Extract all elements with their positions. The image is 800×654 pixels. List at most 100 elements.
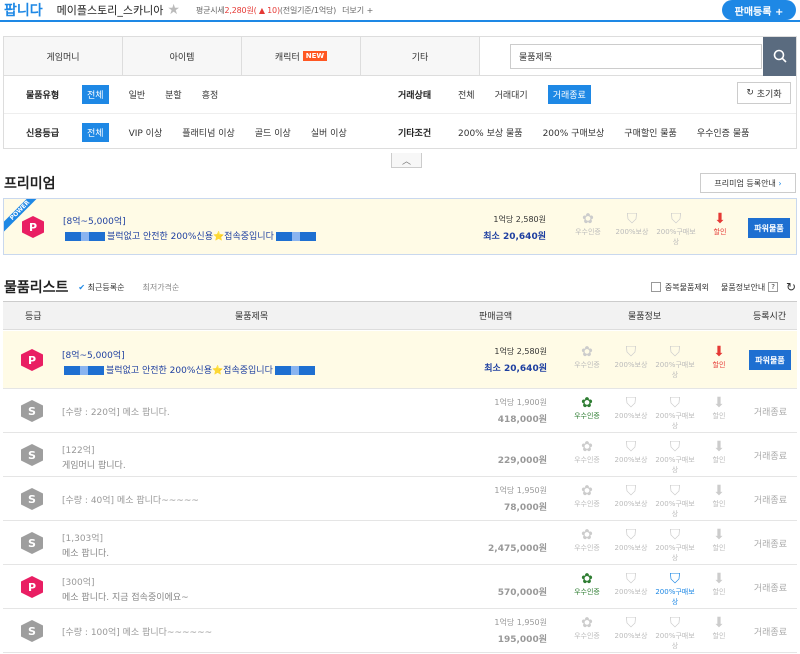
- etc-option-certified[interactable]: 우수인증 물품: [697, 126, 750, 139]
- item-info-icons: ✿ 우수인증 ⛉ 200%보상 ⛉ 200%구매보상 ⬇ 할인: [565, 395, 741, 431]
- item-info-icons: ✿ 우수인증 ⛉ 200%보상 ⛉ 200%구매보상 ⬇ 할인: [566, 211, 742, 247]
- item-info-icons: ✿ 우수인증 ⛉ 200%보상 ⛉ 200%구매보상 ⬇ 할인: [565, 439, 741, 475]
- premium-item[interactable]: POWER P [8억~5,000억] 블럭없고 안전한 200%신용⭐접속중입…: [3, 198, 797, 255]
- item-price: 570,000원: [497, 588, 547, 598]
- shield-s-icon: ⛉: [669, 527, 681, 543]
- info-guide-link[interactable]: 물품정보안내: [721, 282, 765, 293]
- etc-option-200-purchase[interactable]: 200% 구매보상: [543, 126, 605, 139]
- premium-register-button[interactable]: 프리미엄 등록안내 ›: [700, 173, 796, 193]
- item-info-icons: ✿ 우수인증 ⛉ 200%보상 ⛉ 200%구매보상 ⬇ 할인: [565, 344, 741, 380]
- certified-icon: ✿: [581, 571, 593, 587]
- status-option-all[interactable]: 전체: [458, 88, 475, 101]
- discount-icon: ⬇: [713, 571, 725, 587]
- item-price: 1억당 1,900원 418,000원: [494, 398, 547, 425]
- type-option-bargain[interactable]: 흥정: [202, 88, 219, 101]
- type-filter-label: 물품유형: [26, 91, 60, 101]
- table-row[interactable]: S [수량 : 40억] 메소 팝니다~~~~~ 1억당 1,950원 78,00…: [3, 477, 797, 521]
- item-price: 1억당 1,950원 195,000원: [494, 618, 547, 645]
- exclude-dup-label: 중복물품제외: [664, 282, 710, 292]
- premium-title: 프리미엄: [4, 176, 56, 192]
- sell-register-button[interactable]: 판매등록 +: [722, 0, 796, 20]
- status-option-waiting[interactable]: 거래대기: [495, 88, 528, 101]
- type-option-normal[interactable]: 일반: [129, 88, 146, 101]
- item-title[interactable]: [122억] 게임머니 팝니다.: [62, 443, 126, 471]
- tab-etc[interactable]: 기타: [361, 37, 480, 75]
- table-row[interactable]: P [8억~5,000억] 블럭없고 안전한 200%신용⭐접속중입니다 1억당 …: [3, 331, 797, 389]
- trade-status: 거래종료: [753, 408, 787, 418]
- certified-icon: ✿: [581, 395, 593, 411]
- credit-option-platinum[interactable]: 플래티넘 이상: [182, 126, 235, 139]
- item-title[interactable]: [300억] 메소 팝니다. 지금 접속중이에요~: [62, 575, 189, 603]
- power-item-button[interactable]: 파워물품: [749, 350, 791, 370]
- certified-icon: ✿: [581, 483, 593, 499]
- new-badge: NEW: [302, 51, 328, 61]
- page-logo: 팝니다: [4, 3, 43, 19]
- grade-icon: S: [21, 444, 43, 466]
- discount-icon: ⬇: [713, 395, 725, 411]
- item-price: 1억당 1,950원 78,000원: [494, 486, 547, 513]
- shield-s-icon: ⛉: [669, 571, 681, 587]
- certified-icon: ✿: [581, 344, 593, 360]
- chevron-up-icon: ︿: [401, 156, 411, 167]
- item-price: 229,000원: [497, 456, 547, 466]
- top-header: 팝니다 메이플스토리_스카니아 ★ 평균시세2,280원( ▲ 10)(전일기준…: [0, 0, 800, 22]
- table-row[interactable]: P [300억] 메소 팝니다. 지금 접속중이에요~ 570,000원 ✿ 우수인…: [3, 565, 797, 609]
- power-item-button[interactable]: 파워물품: [748, 218, 790, 238]
- shield-plus-icon: ⛉: [625, 615, 637, 631]
- more-link[interactable]: 더보기 +: [342, 5, 373, 16]
- item-title[interactable]: [8억~5,000억] 블럭없고 안전한 200%신용⭐접속중입니다: [62, 348, 317, 376]
- favorite-star-icon[interactable]: ★: [167, 2, 180, 18]
- reset-button[interactable]: ↻ 초기화: [737, 82, 791, 104]
- average-price: 평균시세2,280원( ▲ 10)(전일기준/1억당): [195, 5, 337, 15]
- item-title[interactable]: [수량 : 220억] 메소 팝니다.: [62, 405, 170, 418]
- chevron-right-icon: ›: [778, 178, 782, 188]
- credit-option-all[interactable]: 전체: [82, 122, 109, 142]
- refresh-icon[interactable]: ↻: [786, 280, 796, 294]
- collapse-toggle[interactable]: ︿: [391, 153, 422, 168]
- etc-option-discount[interactable]: 구매할인 물품: [624, 126, 677, 139]
- table-header: 등급 물품제목 판매금액 물품정보 등록시간: [3, 301, 797, 330]
- credit-option-silver[interactable]: 실버 이상: [311, 126, 347, 139]
- tab-game-money[interactable]: 게임머니: [4, 37, 123, 75]
- table-row[interactable]: S [122억] 게임머니 팝니다. 229,000원 ✿ 우수인증 ⛉ 200%보상 ⛉…: [3, 433, 797, 477]
- sort-recent[interactable]: ✔ 최근등록순: [78, 282, 124, 293]
- item-info-icons: ✿ 우수인증 ⛉ 200%보상 ⛉ 200%구매보상 ⬇ 할인: [565, 483, 741, 519]
- table-row[interactable]: S [1,303억] 메소 팝니다. 2,475,000원 ✿ 우수인증 ⛉ 200%보…: [3, 521, 797, 565]
- table-row[interactable]: S [수량 : 220억] 메소 팝니다. 1억당 1,900원 418,000원…: [3, 389, 797, 433]
- item-title[interactable]: [8억~5,000억] 블럭없고 안전한 200%신용⭐접속중입니다: [63, 214, 318, 242]
- item-title[interactable]: [수량 : 40억] 메소 팝니다~~~~~: [62, 493, 199, 506]
- shield-s-icon: ⛉: [670, 211, 682, 227]
- filter-panel: 게임머니 아이템 캐릭터NEW 기타 물품유형 전체 일반 분할 흥정 거래상태…: [3, 36, 797, 149]
- item-info-icons: ✿ 우수인증 ⛉ 200%보상 ⛉ 200%구매보상 ⬇ 할인: [565, 527, 741, 563]
- credit-option-vip[interactable]: VIP 이상: [129, 126, 163, 139]
- discount-icon: ⬇: [713, 615, 725, 631]
- shield-plus-icon: ⛉: [625, 571, 637, 587]
- tab-item[interactable]: 아이템: [123, 37, 242, 75]
- etc-option-200-reward[interactable]: 200% 보상 물품: [458, 126, 523, 139]
- item-title[interactable]: [수량 : 100억] 메소 팝니다~~~~~~: [62, 625, 212, 638]
- trade-status: 거래종료: [753, 540, 787, 550]
- item-title[interactable]: [1,303억] 메소 팝니다.: [62, 531, 109, 559]
- search-button[interactable]: [763, 36, 796, 76]
- col-time: 등록시간: [753, 312, 787, 322]
- shield-plus-icon: ⛉: [626, 211, 638, 227]
- help-icon[interactable]: ?: [768, 282, 778, 292]
- exclude-dup-checkbox[interactable]: [650, 282, 661, 292]
- type-option-split[interactable]: 분할: [165, 88, 182, 101]
- status-option-done[interactable]: 거래종료: [547, 85, 591, 104]
- discount-icon: ⬇: [713, 344, 725, 360]
- table-row[interactable]: S [수량 : 100억] 메소 팝니다~~~~~~ 1억당 1,950원 195…: [3, 609, 797, 653]
- shield-s-icon: ⛉: [669, 344, 681, 360]
- search-input[interactable]: [510, 43, 762, 69]
- list-title: 물품리스트: [4, 280, 69, 296]
- col-price: 판매금액: [479, 312, 513, 322]
- discount-icon: ⬇: [713, 483, 725, 499]
- game-server-name[interactable]: 메이플스토리_스카니아: [57, 2, 164, 18]
- certified-icon: ✿: [582, 211, 594, 227]
- item-price: 2,475,000원: [488, 544, 547, 554]
- shield-plus-icon: ⛉: [625, 527, 637, 543]
- tab-character[interactable]: 캐릭터 NEW: [242, 37, 361, 75]
- sort-price[interactable]: 최저가격순: [142, 282, 179, 293]
- type-option-all[interactable]: 전체: [82, 85, 109, 104]
- credit-option-gold[interactable]: 골드 이상: [255, 126, 291, 139]
